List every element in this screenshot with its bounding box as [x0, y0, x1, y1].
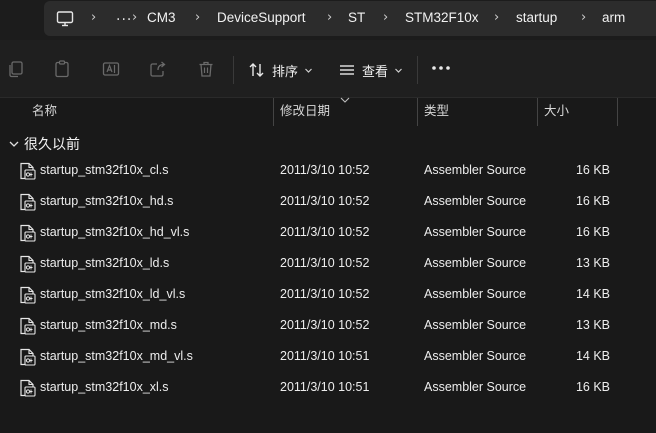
file-size: 14 KB — [575, 349, 610, 363]
file-date-modified: 2011/3/10 10:52 — [280, 225, 370, 239]
group-header[interactable]: 很久以前 — [8, 134, 80, 154]
column-type[interactable]: 类型 — [424, 98, 449, 126]
chevron-right-icon[interactable]: › — [91, 10, 96, 25]
file-date-modified: 2011/3/10 10:52 — [280, 163, 370, 177]
chevron-right-icon[interactable]: › — [581, 10, 586, 25]
share-icon[interactable] — [148, 59, 168, 79]
file-row[interactable]: startup_stm32f10x_md.s 2011/3/10 10:52 Ass… — [0, 312, 656, 343]
column-separator[interactable] — [617, 98, 618, 126]
address-left-edge — [0, 0, 24, 40]
file-name: startup_stm32f10x_ld.s — [40, 256, 170, 270]
breadcrumb-startup[interactable]: startup — [516, 10, 557, 25]
sort-button-label: 排序 — [272, 64, 299, 80]
file-type: Assembler Source — [424, 349, 527, 363]
sort-icon — [249, 63, 264, 77]
this-pc-icon[interactable] — [56, 10, 74, 28]
file-size: 16 KB — [575, 194, 610, 208]
address-row: › ... › CM3 › DeviceSupport › ST › STM32… — [0, 0, 656, 40]
file-name: startup_stm32f10x_xl.s — [40, 380, 169, 394]
command-bar: 排序 查看 — [0, 40, 656, 98]
assembler-file-icon — [19, 348, 36, 366]
breadcrumb-arm[interactable]: arm — [602, 10, 625, 25]
assembler-file-icon — [19, 224, 36, 242]
column-separator[interactable] — [417, 98, 418, 126]
file-type: Assembler Source — [424, 287, 527, 301]
file-name: startup_stm32f10x_hd_vl.s — [40, 225, 190, 239]
column-size[interactable]: 大小 — [544, 98, 569, 126]
assembler-file-icon — [19, 286, 36, 304]
assembler-file-icon — [19, 379, 36, 397]
toolbar-divider — [417, 56, 418, 84]
sort-caret-icon — [340, 97, 350, 103]
file-row[interactable]: startup_stm32f10x_ld_vl.s 2011/3/10 10:52… — [0, 281, 656, 312]
chevron-right-icon[interactable]: › — [195, 10, 200, 25]
file-name: startup_stm32f10x_cl.s — [40, 163, 169, 177]
file-type: Assembler Source — [424, 256, 527, 270]
file-date-modified: 2011/3/10 10:52 — [280, 287, 370, 301]
file-date-modified: 2011/3/10 10:51 — [280, 349, 370, 363]
chevron-right-icon[interactable]: › — [132, 10, 137, 25]
chevron-down-icon — [395, 68, 402, 73]
file-name: startup_stm32f10x_ld_vl.s — [40, 287, 186, 301]
file-date-modified: 2011/3/10 10:51 — [280, 380, 370, 394]
assembler-file-icon — [19, 255, 36, 273]
file-name: startup_stm32f10x_md_vl.s — [40, 349, 193, 363]
assembler-file-icon — [19, 193, 36, 211]
paste-icon[interactable] — [52, 59, 72, 79]
delete-icon[interactable] — [196, 59, 216, 79]
file-row[interactable]: startup_stm32f10x_md_vl.s 2011/3/10 10:51… — [0, 343, 656, 374]
file-size: 13 KB — [575, 318, 610, 332]
chevron-down-icon — [9, 141, 19, 147]
file-type: Assembler Source — [424, 163, 527, 177]
file-row[interactable]: startup_stm32f10x_cl.s 2011/3/10 10:52 Ass… — [0, 157, 656, 188]
assembler-file-icon — [19, 317, 36, 335]
toolbar-divider — [233, 56, 234, 84]
file-date-modified: 2011/3/10 10:52 — [280, 256, 370, 270]
breadcrumb-st[interactable]: ST — [348, 10, 365, 25]
file-size: 14 KB — [575, 287, 610, 301]
file-date-modified: 2011/3/10 10:52 — [280, 318, 370, 332]
file-row[interactable]: startup_stm32f10x_xl.s 2011/3/10 10:51 Ass… — [0, 374, 656, 405]
breadcrumb-devicesupport[interactable]: DeviceSupport — [217, 10, 306, 25]
file-size: 16 KB — [575, 380, 610, 394]
file-name: startup_stm32f10x_md.s — [40, 318, 177, 332]
more-options-icon[interactable] — [430, 64, 452, 72]
breadcrumb-stm32f10x[interactable]: STM32F10x — [405, 10, 479, 25]
file-date-modified: 2011/3/10 10:52 — [280, 194, 370, 208]
chevron-down-icon — [305, 68, 312, 73]
file-type: Assembler Source — [424, 318, 527, 332]
chevron-right-icon[interactable]: › — [327, 10, 332, 25]
column-name[interactable]: 名称 — [32, 98, 57, 126]
file-size: 16 KB — [575, 163, 610, 177]
chevron-right-icon[interactable]: › — [383, 10, 388, 25]
copy-icon[interactable] — [6, 59, 26, 79]
file-row[interactable]: startup_stm32f10x_hd.s 2011/3/10 10:52 Ass… — [0, 188, 656, 219]
file-row[interactable]: startup_stm32f10x_hd_vl.s 2011/3/10 10:52… — [0, 219, 656, 250]
chevron-right-icon[interactable]: › — [494, 10, 499, 25]
sort-button[interactable]: 排序 — [248, 56, 313, 84]
file-type: Assembler Source — [424, 225, 527, 239]
view-list-icon — [340, 65, 354, 75]
file-type: Assembler Source — [424, 380, 527, 394]
file-name: startup_stm32f10x_hd.s — [40, 194, 174, 208]
column-separator[interactable] — [273, 98, 274, 126]
file-size: 13 KB — [575, 256, 610, 270]
view-button-label: 查看 — [362, 64, 389, 80]
file-row[interactable]: startup_stm32f10x_ld.s 2011/3/10 10:52 Ass… — [0, 250, 656, 281]
view-button[interactable]: 查看 — [338, 56, 403, 84]
rename-icon[interactable] — [101, 59, 121, 79]
group-label: 很久以前 — [24, 137, 80, 153]
breadcrumb-cm3[interactable]: CM3 — [147, 10, 176, 25]
column-date-modified[interactable]: 修改日期 — [280, 98, 330, 126]
column-separator[interactable] — [537, 98, 538, 126]
breadcrumb-overflow[interactable]: ... — [116, 8, 132, 24]
file-size: 16 KB — [575, 225, 610, 239]
file-type: Assembler Source — [424, 194, 527, 208]
column-header: 名称 修改日期 类型 大小 — [0, 97, 656, 126]
assembler-file-icon — [19, 162, 36, 180]
